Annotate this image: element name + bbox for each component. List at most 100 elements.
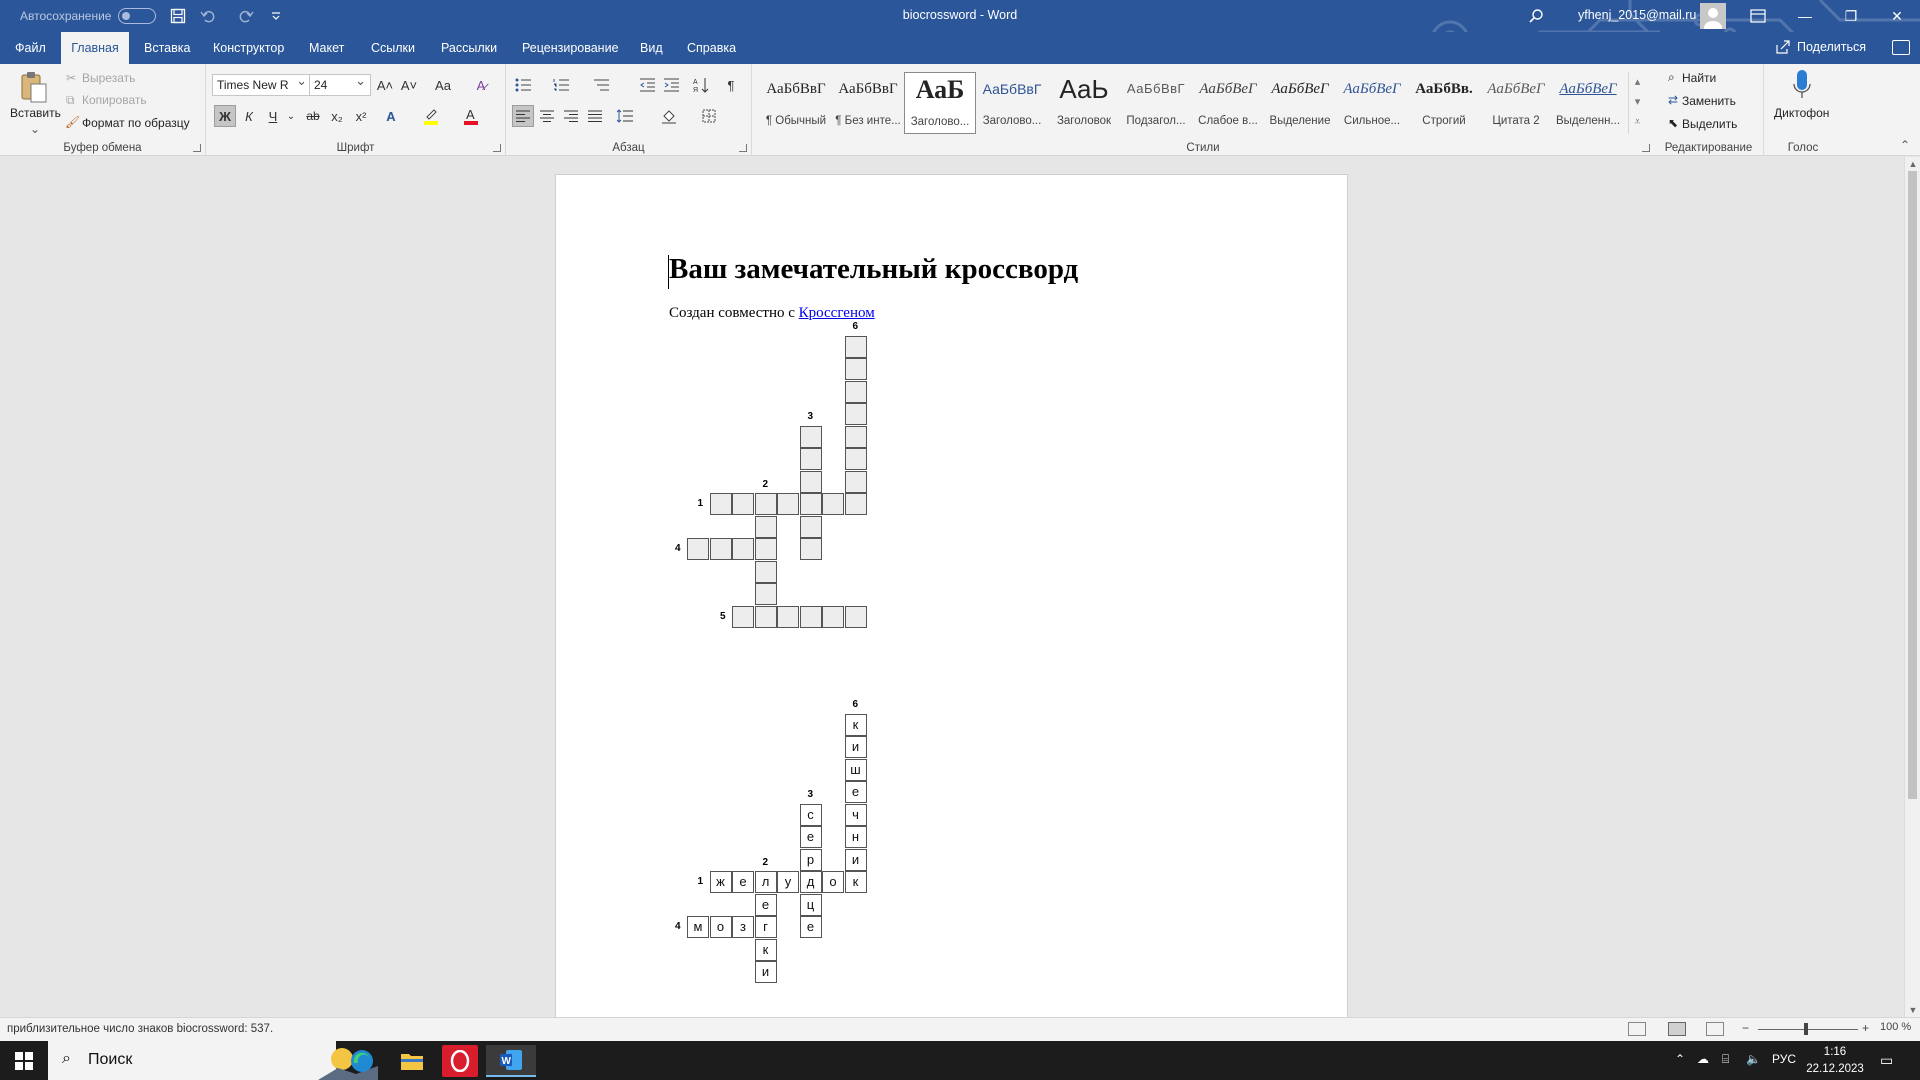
tab-review[interactable]: Рецензирование [512,32,629,64]
word-count-status[interactable]: приблизительное число знаков biocrosswor… [7,1023,273,1035]
align-right-icon[interactable] [560,105,582,127]
sort-icon[interactable]: AЯ [690,74,712,96]
borders-icon[interactable] [698,105,720,127]
change-case-button[interactable]: Aa [428,74,458,96]
grow-font-button[interactable]: A˄ [374,74,396,96]
search-icon[interactable] [1524,5,1548,27]
show-formatting-marks-button[interactable]: ¶ [720,74,742,96]
style-normal[interactable]: АаБбВвГ ¶ Обычный [760,72,832,134]
scrollbar-thumb[interactable] [1908,171,1917,799]
document-heading[interactable]: Ваш замечательный кроссворд [669,253,1078,286]
scroll-down-icon[interactable]: ▼ [1905,1003,1920,1017]
document-page[interactable]: Ваш замечательный кроссворд Создан совме… [555,174,1348,1017]
redo-icon[interactable] [234,5,258,27]
notifications-icon[interactable]: ▭ [1880,1052,1893,1069]
tab-design[interactable]: Конструктор [203,32,294,64]
print-layout-icon[interactable] [1668,1022,1686,1036]
clear-formatting-icon[interactable]: A̷ [470,74,492,96]
zoom-slider[interactable] [1758,1029,1858,1030]
style-heading-2[interactable]: АаБбВвГ Заголово... [976,72,1048,134]
shading-icon[interactable] [658,105,680,127]
increase-indent-icon[interactable] [660,74,682,96]
align-left-icon[interactable] [512,105,534,127]
style-heading-1[interactable]: АаБ Заголово... [904,72,976,134]
share-button[interactable]: Поделиться [1797,40,1866,54]
replace-button[interactable]: Заменить [1682,94,1736,108]
taskbar-clock[interactable]: 1:16 22.12.2023 [1800,1044,1870,1078]
zoom-out-icon[interactable]: − [1742,1021,1749,1035]
close-button[interactable]: ✕ [1874,0,1920,32]
tray-overflow-icon[interactable]: ⌃ [1675,1052,1685,1066]
justify-icon[interactable] [584,105,606,127]
network-icon[interactable]: ⌸ [1722,1052,1729,1067]
copy-button[interactable]: Копировать [82,93,147,107]
document-subtitle[interactable]: Создан совместно с Кроссгеном [669,305,875,322]
tab-home[interactable]: Главная [61,32,129,64]
comments-icon[interactable] [1892,40,1910,55]
zoom-in-icon[interactable]: + [1862,1021,1869,1035]
text-effects-icon[interactable]: A [380,105,402,127]
styles-launcher-icon[interactable] [1642,144,1650,152]
user-account-name[interactable]: yfhenj_2015@mail.ru [1578,8,1696,22]
vertical-scrollbar[interactable]: ▲ ▼ [1904,157,1920,1017]
input-language[interactable]: РУС [1772,1052,1796,1066]
paste-icon[interactable] [20,70,48,107]
tab-insert[interactable]: Вставка [134,32,200,64]
find-button[interactable]: Найти [1682,71,1716,85]
gallery-up-icon[interactable]: ▴ [1629,72,1646,92]
multilevel-list-icon[interactable] [590,74,612,96]
clipboard-launcher-icon[interactable] [193,144,201,152]
autosave-toggle[interactable] [118,8,156,24]
gallery-more-icon[interactable]: ⩡ [1629,112,1646,132]
style-emphasis[interactable]: АаБбВеГ Выделение [1264,72,1336,134]
italic-button[interactable]: К [238,105,260,127]
avatar[interactable] [1700,3,1726,29]
align-center-icon[interactable] [536,105,558,127]
shrink-font-button[interactable]: A˅ [398,74,420,96]
paste-button[interactable]: Вставить [10,106,61,120]
superscript-button[interactable]: x² [350,105,372,127]
decrease-indent-icon[interactable] [636,74,658,96]
bullets-icon[interactable] [512,74,534,96]
volume-icon[interactable]: 🔈 [1746,1052,1761,1066]
dictate-button[interactable]: Диктофон [1774,106,1829,120]
strikethrough-button[interactable]: ab [302,105,324,127]
cut-button[interactable]: Вырезать [82,71,135,85]
opera-icon[interactable] [442,1045,478,1077]
scroll-up-icon[interactable]: ▲ [1905,157,1920,171]
onedrive-icon[interactable]: ☁ [1697,1052,1709,1066]
tab-references[interactable]: Ссылки [361,32,425,64]
tab-layout[interactable]: Макет [299,32,354,64]
ribbon-display-options-icon[interactable] [1746,5,1770,27]
font-size-dropdown[interactable]: 24 [309,73,371,96]
paragraph-launcher-icon[interactable] [739,144,747,152]
zoom-slider-thumb[interactable] [1804,1023,1808,1035]
underline-dropdown-icon[interactable]: ⌄ [280,105,302,127]
style-intense-quote[interactable]: АаБбВеГ Выделенн... [1552,72,1624,134]
save-icon[interactable] [166,5,190,27]
gallery-down-icon[interactable]: ▾ [1629,92,1646,112]
file-explorer-icon[interactable] [392,1045,432,1077]
web-layout-icon[interactable] [1706,1022,1724,1036]
style-title[interactable]: АаЬ Заголовок [1048,72,1120,134]
font-launcher-icon[interactable] [493,144,501,152]
bold-button[interactable]: Ж [214,105,236,127]
microphone-icon[interactable] [1792,70,1812,107]
font-color-icon[interactable]: A [460,105,482,127]
format-painter-button[interactable]: Формат по образцу [82,116,190,130]
undo-icon[interactable] [196,5,220,27]
highlight-icon[interactable] [420,105,442,127]
style-subtitle[interactable]: АаБбВвГ Подзагол... [1120,72,1192,134]
collapse-ribbon-icon[interactable]: ⌃ [1900,138,1910,152]
restore-button[interactable]: ❐ [1828,0,1874,32]
read-mode-icon[interactable] [1628,1022,1646,1036]
style-strong[interactable]: АаБбВв. Строгий [1408,72,1480,134]
paste-dropdown-icon[interactable]: ⌄ [30,122,40,136]
minimize-button[interactable]: — [1782,0,1828,32]
style-quote[interactable]: АаБбВеГ Цитата 2 [1480,72,1552,134]
tab-mailings[interactable]: Рассылки [431,32,507,64]
customize-qat-icon[interactable] [264,5,288,27]
line-spacing-icon[interactable] [614,105,636,127]
style-subtle-emphasis[interactable]: АаБбВеГ Слабое в... [1192,72,1264,134]
select-button[interactable]: Выделить [1682,117,1737,131]
